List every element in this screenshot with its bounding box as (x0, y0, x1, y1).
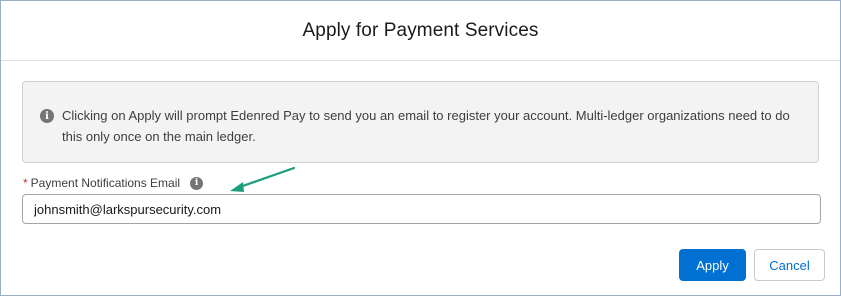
email-field[interactable] (22, 194, 821, 224)
info-icon: i (40, 109, 54, 123)
email-field-label: * Payment Notifications Email i (23, 176, 204, 190)
modal-header: Apply for Payment Services (1, 1, 840, 61)
info-notice-text: Clicking on Apply will prompt Edenred Pa… (62, 108, 790, 144)
modal-title: Apply for Payment Services (302, 19, 539, 41)
apply-button[interactable]: Apply (679, 249, 746, 281)
payment-services-modal: Apply for Payment Services i Clicking on… (0, 0, 841, 296)
required-marker: * (23, 176, 28, 190)
arrow-icon (230, 166, 296, 192)
email-field-label-text: Payment Notifications Email (30, 176, 181, 190)
info-notice: i Clicking on Apply will prompt Edenred … (22, 81, 819, 163)
cancel-button[interactable]: Cancel (754, 249, 825, 281)
help-info-icon[interactable]: i (190, 176, 204, 190)
